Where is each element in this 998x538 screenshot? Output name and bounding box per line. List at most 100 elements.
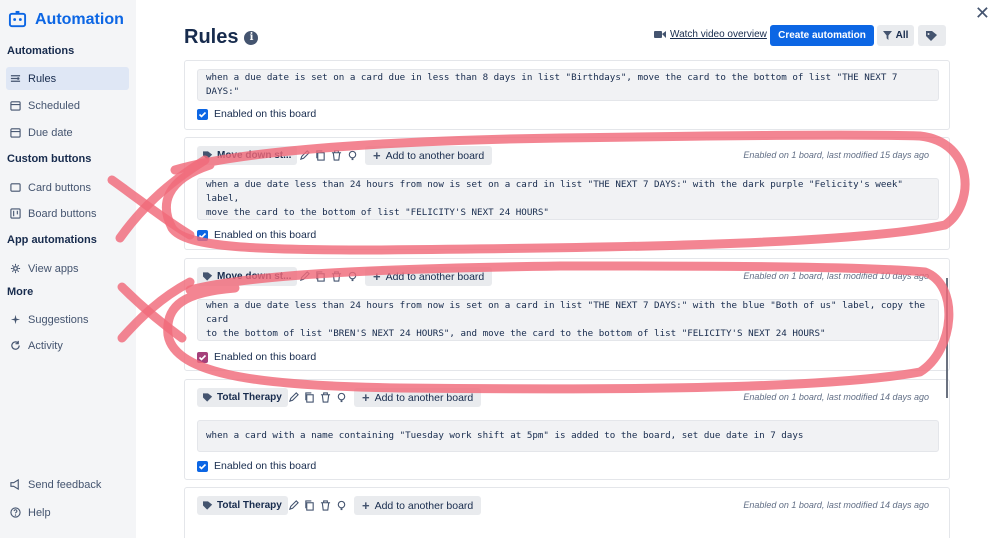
enabled-checkbox[interactable] [197, 108, 208, 120]
rule-header: Total Therapy + Add to another board Ena… [197, 496, 929, 516]
lightbulb-icon[interactable] [347, 149, 358, 162]
section-title-more: More [7, 286, 34, 298]
add-to-another-board-button[interactable]: + Add to another board [365, 146, 493, 165]
sidebar-item-view-apps[interactable]: View apps [6, 257, 129, 280]
rule-header: Move down st... + Add to another board E… [197, 146, 929, 166]
board-icon [10, 208, 21, 219]
sidebar-item-board-buttons[interactable]: Board buttons [6, 202, 129, 225]
rule-card: Move down st... + Add to another board E… [184, 137, 950, 250]
create-automation-button[interactable]: Create automation [770, 25, 874, 46]
sidebar-item-label: Send feedback [28, 478, 102, 491]
add-to-board-label: Add to another board [374, 391, 474, 404]
sidebar-item-label: Rules [28, 72, 57, 85]
plus-icon: + [362, 498, 370, 513]
enabled-checkbox[interactable] [197, 460, 208, 472]
copy-icon[interactable] [315, 270, 326, 283]
enabled-label: Enabled on this board [214, 229, 317, 241]
rule-name: Move down st... [217, 150, 292, 161]
page-title: Rules i [184, 26, 259, 49]
filter-icon [882, 31, 892, 40]
rule-description: when a card with a name containing "Tues… [197, 420, 939, 452]
rule-card: Total Therapy + Add to another board Ena… [184, 487, 950, 538]
tag-icon [203, 272, 213, 281]
edit-icon[interactable] [288, 391, 299, 404]
gear-icon [10, 263, 21, 274]
filter-all-button[interactable]: All [877, 25, 914, 46]
enabled-toggle[interactable]: Enabled on this board [197, 351, 316, 363]
section-title-automations: Automations [7, 45, 75, 57]
sidebar-item-due-date[interactable]: Due date [6, 121, 129, 144]
brand-title: Automation [35, 10, 124, 28]
plus-icon: + [362, 390, 370, 405]
rule-meta: Enabled on 1 board, last modified 15 day… [743, 150, 929, 160]
trash-icon[interactable] [320, 499, 331, 512]
scrollbar[interactable] [946, 278, 948, 398]
trash-icon[interactable] [331, 270, 342, 283]
rule-meta: Enabled on 1 board, last modified 14 day… [743, 500, 929, 510]
rule-meta: Enabled on 1 board, last modified 10 day… [743, 271, 929, 281]
rule-text-line: move the card to the bottom of list "FEL… [206, 207, 549, 218]
sparkle-icon [10, 314, 21, 325]
sidebar-item-label: Activity [28, 339, 63, 352]
sidebar-item-send-feedback[interactable]: Send feedback [6, 473, 129, 496]
enabled-toggle[interactable]: Enabled on this board [197, 460, 316, 472]
rule-text-line: when a due date less than 24 hours from … [206, 300, 926, 325]
sidebar-item-label: Board buttons [28, 207, 97, 220]
add-to-board-label: Add to another board [374, 499, 474, 512]
rules-icon [10, 75, 21, 82]
sidebar-item-label: Card buttons [28, 181, 91, 194]
rule-meta: Enabled on 1 board, last modified 14 day… [743, 392, 929, 402]
rule-card: when a due date is set on a card due in … [184, 60, 950, 130]
trash-icon[interactable] [331, 149, 342, 162]
lightbulb-icon[interactable] [336, 391, 347, 404]
edit-icon[interactable] [299, 149, 310, 162]
lightbulb-icon[interactable] [347, 270, 358, 283]
watch-video-link[interactable]: Watch video overview [654, 29, 767, 40]
enabled-checkbox[interactable] [197, 351, 208, 363]
lightbulb-icon[interactable] [336, 499, 347, 512]
enabled-label: Enabled on this board [214, 351, 317, 363]
tag-icon [203, 151, 213, 160]
card-icon [10, 183, 21, 192]
enabled-checkbox[interactable] [197, 229, 208, 241]
sidebar-item-help[interactable]: Help [6, 501, 129, 524]
info-icon[interactable]: i [244, 30, 259, 45]
calendar-icon [10, 128, 21, 138]
add-to-board-label: Add to another board [385, 149, 485, 162]
rule-name-chip[interactable]: Move down st... [197, 146, 298, 165]
sidebar-item-label: Help [28, 506, 51, 519]
sidebar-item-activity[interactable]: Activity [6, 334, 129, 357]
sidebar-item-label: Due date [28, 126, 73, 139]
copy-icon[interactable] [304, 391, 315, 404]
copy-icon[interactable] [315, 149, 326, 162]
rule-name-chip[interactable]: Total Therapy [197, 496, 288, 515]
help-icon [10, 507, 21, 518]
rule-card: Total Therapy + Add to another board Ena… [184, 379, 950, 480]
add-to-another-board-button[interactable]: + Add to another board [354, 496, 482, 515]
rule-header: Total Therapy + Add to another board Ena… [197, 388, 929, 408]
section-title-app-automations: App automations [7, 234, 97, 246]
video-camera-icon [654, 31, 666, 38]
sidebar-item-scheduled[interactable]: Scheduled [6, 94, 129, 117]
tag-icon [926, 30, 937, 41]
trash-icon[interactable] [320, 391, 331, 404]
add-to-another-board-button[interactable]: + Add to another board [365, 267, 493, 286]
copy-icon[interactable] [304, 499, 315, 512]
enabled-label: Enabled on this board [214, 460, 317, 472]
main-content: Rules i Watch video overview Create auto… [136, 0, 998, 538]
rule-name-chip[interactable]: Move down st... [197, 267, 298, 286]
sidebar-item-suggestions[interactable]: Suggestions [6, 308, 129, 331]
enabled-toggle[interactable]: Enabled on this board [197, 108, 316, 120]
edit-icon[interactable] [288, 499, 299, 512]
enabled-toggle[interactable]: Enabled on this board [197, 229, 316, 241]
sidebar-item-label: Scheduled [28, 99, 80, 112]
sidebar-item-card-buttons[interactable]: Card buttons [6, 176, 129, 199]
labels-filter-button[interactable] [918, 25, 946, 46]
megaphone-icon [10, 479, 19, 490]
rule-name: Total Therapy [217, 500, 282, 511]
rule-header: Move down st... + Add to another board E… [197, 267, 929, 287]
edit-icon[interactable] [299, 270, 310, 283]
rule-name-chip[interactable]: Total Therapy [197, 388, 288, 407]
add-to-another-board-button[interactable]: + Add to another board [354, 388, 482, 407]
sidebar-item-rules[interactable]: Rules [6, 67, 129, 90]
